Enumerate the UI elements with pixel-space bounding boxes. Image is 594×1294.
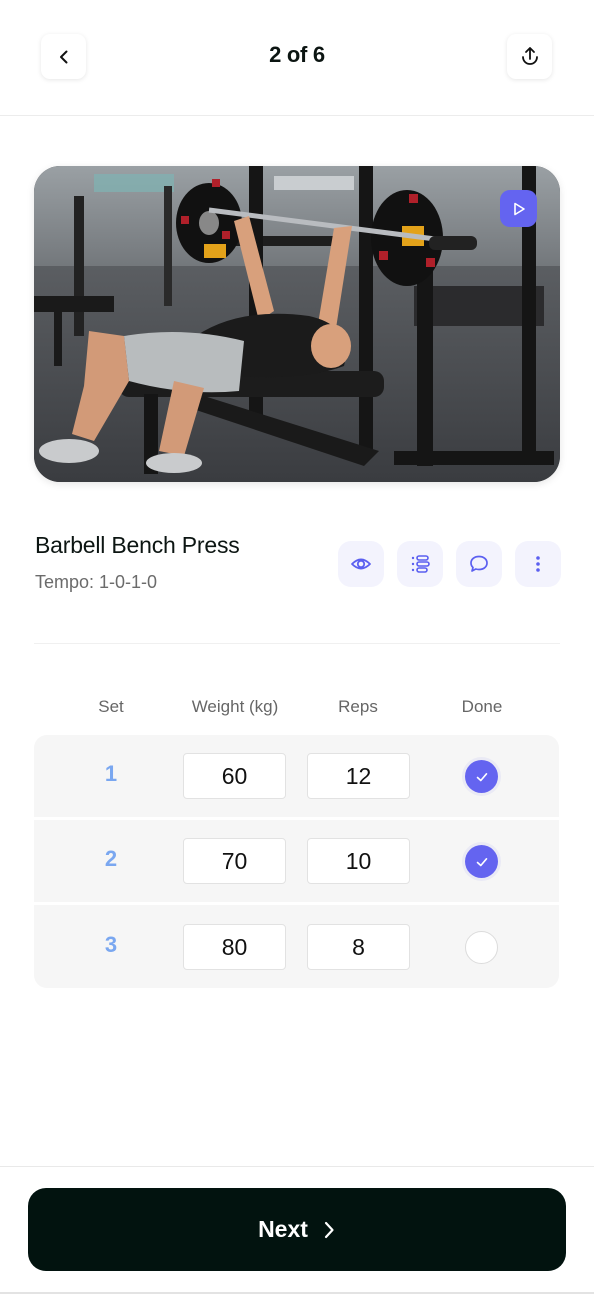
play-video-button[interactable]	[500, 190, 537, 227]
sets-table: 1 2 3	[34, 735, 559, 988]
column-header-set: Set	[98, 697, 124, 716]
reps-input[interactable]	[307, 924, 410, 970]
reps-input[interactable]	[307, 838, 410, 884]
set-row: 3	[34, 906, 559, 988]
column-header-reps: Reps	[338, 697, 378, 716]
set-row: 1	[34, 735, 559, 817]
share-button[interactable]	[507, 34, 552, 79]
row-separator	[34, 902, 559, 905]
more-options-button[interactable]	[515, 541, 561, 587]
share-upload-icon	[521, 46, 538, 65]
footer-divider	[0, 1166, 594, 1167]
exercise-title: Barbell Bench Press	[35, 532, 240, 558]
set-row: 2	[34, 820, 559, 902]
more-vertical-icon	[536, 556, 540, 572]
column-header-done: Done	[461, 697, 503, 716]
section-divider	[34, 643, 560, 644]
list-icon	[411, 555, 430, 573]
page-counter: 2 of 6	[269, 42, 325, 67]
checkmark-icon	[476, 772, 487, 781]
weight-input[interactable]	[183, 753, 286, 799]
top-bar: 2 of 6	[0, 0, 594, 116]
done-checkbox[interactable]	[465, 845, 498, 878]
play-icon	[513, 202, 525, 215]
done-checkbox[interactable]	[465, 760, 498, 793]
exercise-actions	[338, 541, 561, 587]
weight-input[interactable]	[183, 924, 286, 970]
comment-icon	[470, 555, 488, 572]
exercise-video-thumbnail[interactable]	[34, 166, 560, 482]
reps-input[interactable]	[307, 753, 410, 799]
set-number: 1	[104, 761, 118, 786]
exercise-tempo: Tempo: 1-0-1-0	[35, 572, 158, 592]
chevron-right-icon	[324, 1221, 334, 1238]
next-label: Next	[258, 1216, 308, 1242]
next-button[interactable]: Next	[28, 1188, 566, 1271]
done-checkbox[interactable]	[465, 931, 498, 964]
checkmark-icon	[476, 857, 487, 866]
view-button[interactable]	[338, 541, 384, 587]
exercise-photo	[34, 166, 560, 482]
comments-button[interactable]	[456, 541, 502, 587]
eye-icon	[351, 558, 371, 570]
set-number: 2	[104, 846, 118, 871]
instructions-button[interactable]	[397, 541, 443, 587]
set-number: 3	[104, 932, 118, 957]
column-header-weight: Weight (kg)	[191, 697, 279, 716]
weight-input[interactable]	[183, 838, 286, 884]
